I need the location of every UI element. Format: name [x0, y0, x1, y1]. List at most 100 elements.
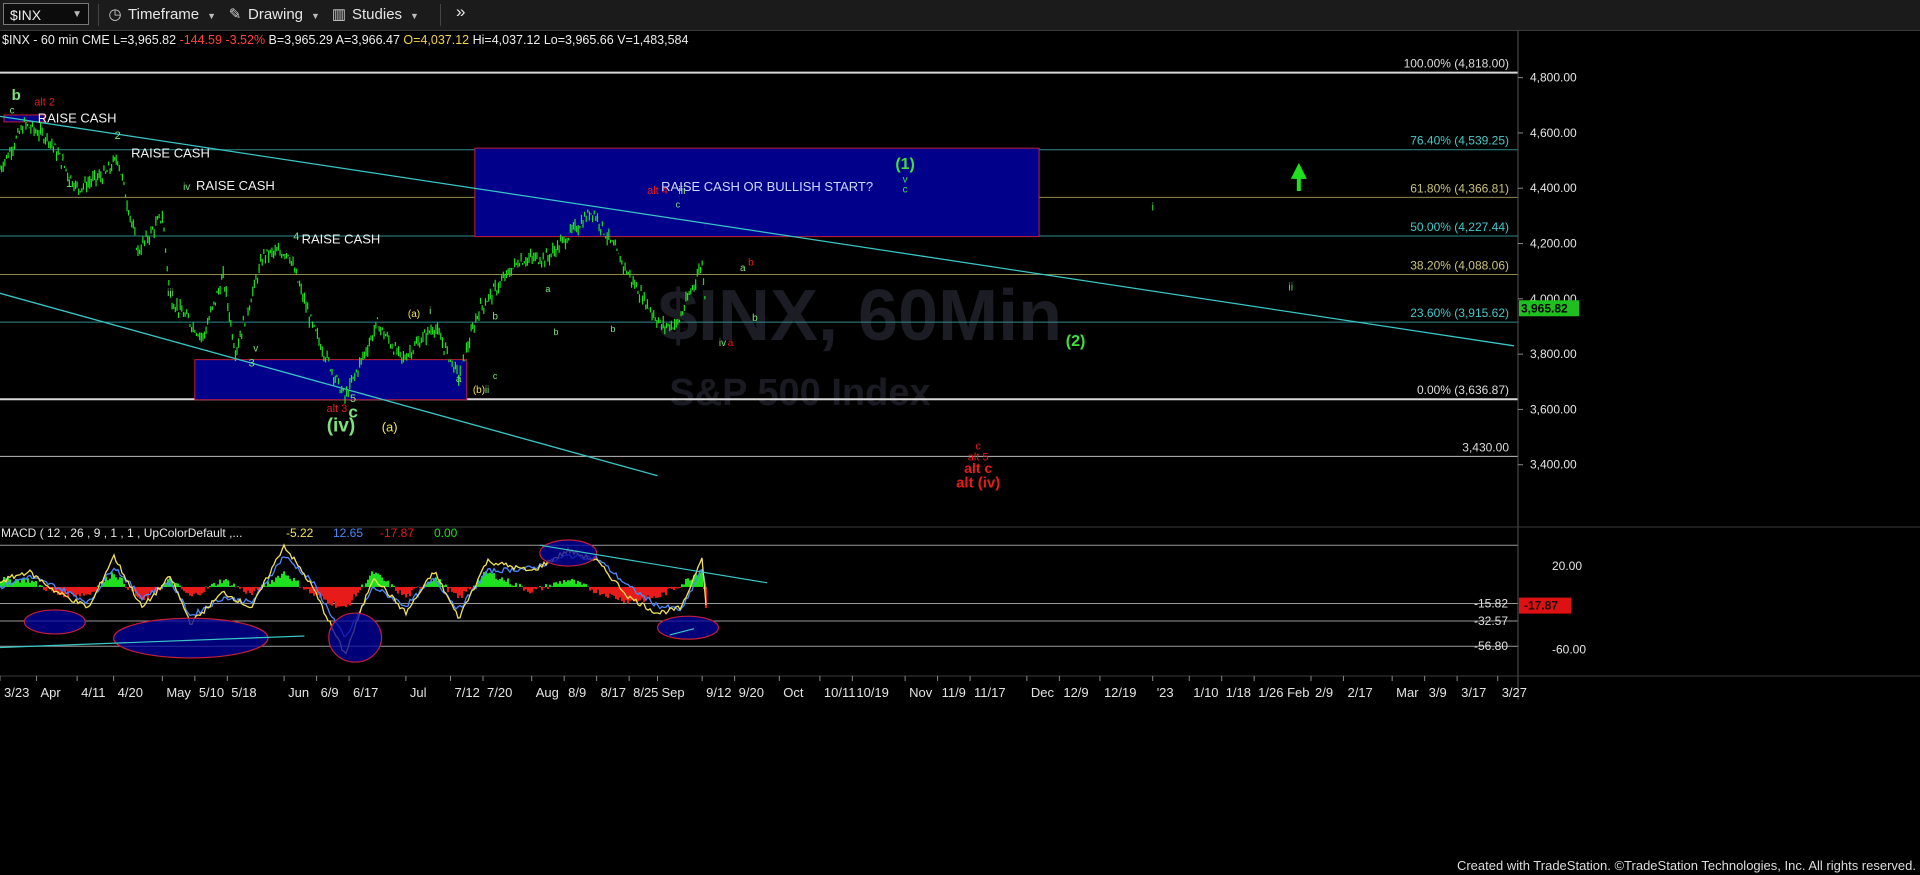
drawing-button[interactable]: ✎ Drawing ▼ — [226, 4, 320, 26]
quote-low: Lo=3,965.66 — [543, 33, 614, 47]
time-tick-label: Apr — [41, 685, 62, 700]
time-tick-label: 11/17 — [974, 685, 1006, 700]
macd-value: 0.00 — [434, 526, 458, 540]
wave-label: 3 — [249, 358, 255, 370]
time-tick-label: Jul — [410, 685, 427, 700]
quote-high: Hi=4,037.12 — [472, 33, 541, 47]
wave-label: i — [1151, 201, 1153, 213]
wave-label: c — [676, 200, 681, 210]
macd-divergence-ellipse — [656, 615, 720, 640]
more-icon: » — [456, 2, 466, 21]
macd-level-label: -15.82 — [1474, 596, 1508, 610]
price-tick-label: 4,800.00 — [1530, 71, 1577, 85]
time-tick-label: Dec — [1031, 685, 1055, 700]
fib-level-label: 38.20% (4,088.06) — [1410, 258, 1509, 272]
toolbar-divider — [440, 4, 441, 26]
price-tick-label: 4,600.00 — [1530, 126, 1577, 140]
wave-label: ii — [485, 385, 489, 396]
wave-label: a — [740, 263, 746, 274]
symbol-text: $INX — [10, 7, 42, 23]
wave-label: b — [752, 313, 758, 324]
fib-level-label: 23.60% (3,915.62) — [1410, 306, 1509, 320]
time-tick-label: 8/17 — [601, 685, 626, 700]
wave-label: RAISE CASH — [196, 178, 275, 193]
time-tick-label: 9/20 — [739, 685, 764, 700]
wave-label: b — [12, 87, 21, 104]
fib-level-label: 50.00% (4,227.44) — [1410, 220, 1509, 234]
macd-level-label: -32.57 — [1474, 614, 1508, 628]
time-tick-label: 1/10 — [1193, 685, 1218, 700]
clock-icon: ◷ — [108, 6, 122, 23]
chart-canvas[interactable]: $INX, 60Min S&P 500 Index 100.00% (4,818… — [0, 0, 1920, 875]
symbol-selector[interactable]: $INX ▼ — [3, 3, 89, 25]
wave-label: alt 3 — [326, 403, 347, 415]
time-tick-label: 5/18 — [231, 685, 256, 700]
time-tick-label: 2/17 — [1347, 685, 1372, 700]
quote-volume: V=1,483,584 — [617, 33, 689, 47]
wave-label: b — [492, 312, 498, 323]
timeframe-button[interactable]: ◷ Timeframe ▼ — [106, 4, 216, 26]
time-tick-label: 2/9 — [1315, 685, 1333, 700]
wave-label: (b) — [473, 385, 485, 396]
studies-button[interactable]: ▥ Studies ▼ — [330, 4, 419, 26]
quote-bid: B=3,965.29 — [268, 33, 333, 47]
time-tick-label: '23 — [1157, 685, 1174, 700]
quote-ask: A=3,966.47 — [335, 33, 400, 47]
time-tick-label: 8/25 — [633, 685, 658, 700]
wave-label: iv — [183, 182, 190, 193]
fib-level-label: 0.00% (3,636.87) — [1417, 383, 1509, 397]
fib-level-label: 100.00% (4,818.00) — [1404, 57, 1509, 71]
time-tick-label: 1/26 Feb — [1258, 685, 1309, 700]
wave-label: 4 — [293, 231, 299, 243]
time-tick-label: 3/23 — [4, 685, 29, 700]
time-tick-label: Nov — [909, 685, 933, 700]
last-price-label: 3,965.82 — [1521, 301, 1568, 315]
fib-level-label: 61.80% (4,366.81) — [1410, 181, 1509, 195]
macd-value: -17.87 — [380, 526, 414, 540]
time-tick-label: 4/20 — [118, 685, 143, 700]
time-tick-label: Oct — [783, 685, 804, 700]
studies-label: Studies — [352, 6, 403, 23]
macd-level-label: -56.80 — [1474, 639, 1508, 653]
time-tick-label: 1/18 — [1226, 685, 1251, 700]
time-tick-label: 7/20 — [487, 685, 512, 700]
quote-symbol: $INX - 60 min CME — [2, 33, 110, 47]
time-tick-label: 8/9 — [568, 685, 586, 700]
wave-label: c — [10, 106, 15, 117]
time-tick-label: May — [166, 685, 191, 700]
time-tick-label: 12/9 — [1063, 685, 1088, 700]
wave-label: RAISE CASH OR BULLISH START? — [661, 179, 873, 194]
wave-label: a — [728, 338, 734, 349]
wave-label: (1) — [895, 156, 915, 173]
chevron-down-icon: ▼ — [207, 11, 217, 21]
studies-icon: ▥ — [331, 6, 347, 23]
chevron-down-icon: ▼ — [410, 11, 419, 21]
drawing-label: Drawing — [248, 6, 304, 23]
wave-label: (iv) — [327, 416, 356, 437]
wave-label: a — [545, 284, 550, 294]
time-tick-label: 9/12 — [706, 685, 731, 700]
macd-title: MACD ( 12 , 26 , 9 , 1 , 1 , UpColorDefa… — [1, 526, 242, 540]
wave-label: RAISE CASH — [302, 232, 381, 247]
time-tick-label: 3/27 — [1502, 685, 1527, 700]
time-tick-label: Aug — [536, 685, 559, 700]
more-tools-button[interactable]: » — [456, 1, 465, 23]
time-tick-label: Mar — [1396, 685, 1419, 700]
time-tick-label: 4/11 — [81, 685, 105, 700]
timeframe-label: Timeframe — [128, 6, 200, 23]
price-tick-label: 4,400.00 — [1530, 181, 1577, 195]
quote-change: -144.59 — [179, 33, 222, 47]
fib-level-label: 3,430.00 — [1462, 440, 1509, 454]
price-tick-label: 4,200.00 — [1530, 237, 1577, 251]
price-tick-label: 3,400.00 — [1530, 458, 1577, 472]
wave-label: b — [554, 327, 559, 337]
macd-tick-label: -60.00 — [1552, 643, 1586, 657]
wave-label: ii — [1288, 282, 1293, 294]
pencil-icon: ✎ — [228, 6, 242, 23]
target-box — [194, 359, 468, 401]
price-tick-label: 3,600.00 — [1530, 402, 1577, 416]
wave-label: i — [429, 306, 431, 317]
quote-line: $INX - 60 min CME L=3,965.82 -144.59 -3.… — [2, 33, 688, 47]
macd-value: 12.65 — [333, 526, 363, 540]
wave-label: alt (iv) — [956, 474, 1000, 491]
